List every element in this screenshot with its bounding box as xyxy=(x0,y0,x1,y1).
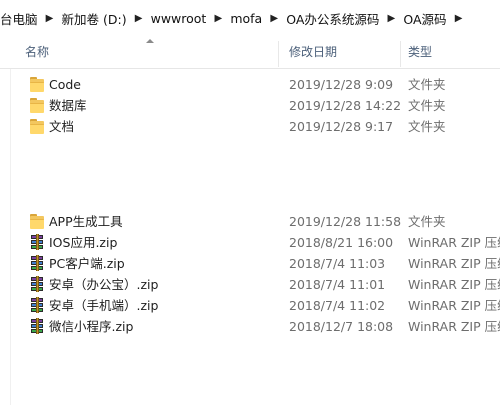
file-date-modified: 2018/7/4 11:02 xyxy=(289,298,386,313)
file-type: 文件夹 xyxy=(408,119,446,134)
file-row[interactable]: 安卓（手机端）.zip 2018/7/4 11:02 WinRAR ZIP 压缩 xyxy=(25,295,500,316)
column-divider[interactable] xyxy=(278,41,279,67)
file-type: WinRAR ZIP 压缩 xyxy=(408,298,500,313)
file-date-modified: 2019/12/28 9:17 xyxy=(289,119,394,134)
breadcrumb-item-oa-system-source[interactable]: OA办公系统源码 xyxy=(284,9,381,28)
file-name: 安卓（办公宝）.zip xyxy=(49,277,159,292)
file-row[interactable]: IOS应用.zip 2018/8/21 16:00 WinRAR ZIP 压缩 xyxy=(25,232,500,253)
folder-icon xyxy=(29,213,45,229)
chevron-right-icon[interactable]: ▶ xyxy=(129,13,149,24)
file-name: IOS应用.zip xyxy=(49,235,118,250)
winrar-zip-icon xyxy=(29,276,45,292)
column-header-name[interactable]: 名称 xyxy=(25,37,278,68)
file-row[interactable]: 数据库 2019/12/28 14:22 文件夹 xyxy=(25,95,500,116)
file-name: Code xyxy=(49,77,82,92)
chevron-right-icon[interactable]: ▶ xyxy=(40,13,60,24)
file-type: WinRAR ZIP 压缩 xyxy=(408,277,500,292)
file-name: 数据库 xyxy=(49,98,87,113)
file-name: 微信小程序.zip xyxy=(49,319,134,334)
chevron-right-icon[interactable]: ▶ xyxy=(208,13,228,24)
file-date-modified: 2018/12/7 18:08 xyxy=(289,319,394,334)
chevron-right-icon[interactable]: ▶ xyxy=(449,13,469,24)
file-explorer-window: 台电脑 ▶ 新加卷 (D:) ▶ wwwroot ▶ mofa ▶ OA办公系统… xyxy=(0,0,500,405)
file-date-modified: 2018/7/4 11:01 xyxy=(289,277,386,292)
file-name: 文档 xyxy=(49,119,75,134)
folder-icon xyxy=(29,76,45,92)
winrar-zip-icon xyxy=(29,255,45,271)
column-divider[interactable] xyxy=(400,41,401,67)
breadcrumb: 台电脑 ▶ 新加卷 (D:) ▶ wwwroot ▶ mofa ▶ OA办公系统… xyxy=(0,0,500,37)
breadcrumb-item-computer[interactable]: 台电脑 xyxy=(0,9,40,28)
file-type: WinRAR ZIP 压缩 xyxy=(408,319,500,334)
column-header-row: 名称 修改日期 类型 xyxy=(0,37,500,69)
file-type: 文件夹 xyxy=(408,77,446,92)
file-row[interactable]: 文档 2019/12/28 9:17 文件夹 xyxy=(25,116,500,137)
file-row[interactable]: Code 2019/12/28 9:09 文件夹 xyxy=(25,74,500,95)
folder-icon xyxy=(29,97,45,113)
breadcrumb-item-wwwroot[interactable]: wwwroot xyxy=(149,11,209,26)
folder-icon xyxy=(29,118,45,134)
breadcrumb-item-drive-d[interactable]: 新加卷 (D:) xyxy=(60,9,129,28)
file-type: WinRAR ZIP 压缩 xyxy=(408,235,500,250)
column-header-date-modified[interactable]: 修改日期 xyxy=(289,37,402,68)
file-date-modified: 2019/12/28 11:58 xyxy=(289,214,402,229)
file-row[interactable]: 微信小程序.zip 2018/12/7 18:08 WinRAR ZIP 压缩 xyxy=(25,316,500,337)
file-date-modified: 2019/12/28 9:09 xyxy=(289,77,394,92)
column-header-type[interactable]: 类型 xyxy=(408,37,500,68)
breadcrumb-item-oa-source[interactable]: OA源码 xyxy=(401,9,448,28)
pane-divider xyxy=(10,69,11,405)
file-date-modified: 2018/8/21 16:00 xyxy=(289,235,394,250)
file-name: PC客户端.zip xyxy=(49,256,125,271)
file-name: APP生成工具 xyxy=(49,214,123,229)
file-date-modified: 2019/12/28 14:22 xyxy=(289,98,402,113)
winrar-zip-icon xyxy=(29,297,45,313)
file-type: 文件夹 xyxy=(408,214,446,229)
file-row[interactable]: APP生成工具 2019/12/28 11:58 文件夹 xyxy=(25,211,500,232)
file-row[interactable]: PC客户端.zip 2018/7/4 11:03 WinRAR ZIP 压缩 xyxy=(25,253,500,274)
file-type: WinRAR ZIP 压缩 xyxy=(408,256,500,271)
chevron-right-icon[interactable]: ▶ xyxy=(264,13,284,24)
winrar-zip-icon xyxy=(29,318,45,334)
winrar-zip-icon xyxy=(29,234,45,250)
file-name: 安卓（手机端）.zip xyxy=(49,298,159,313)
chevron-right-icon[interactable]: ▶ xyxy=(381,13,401,24)
file-type: 文件夹 xyxy=(408,98,446,113)
file-row[interactable]: 安卓（办公宝）.zip 2018/7/4 11:01 WinRAR ZIP 压缩 xyxy=(25,274,500,295)
file-date-modified: 2018/7/4 11:03 xyxy=(289,256,386,271)
breadcrumb-item-mofa[interactable]: mofa xyxy=(228,11,264,26)
